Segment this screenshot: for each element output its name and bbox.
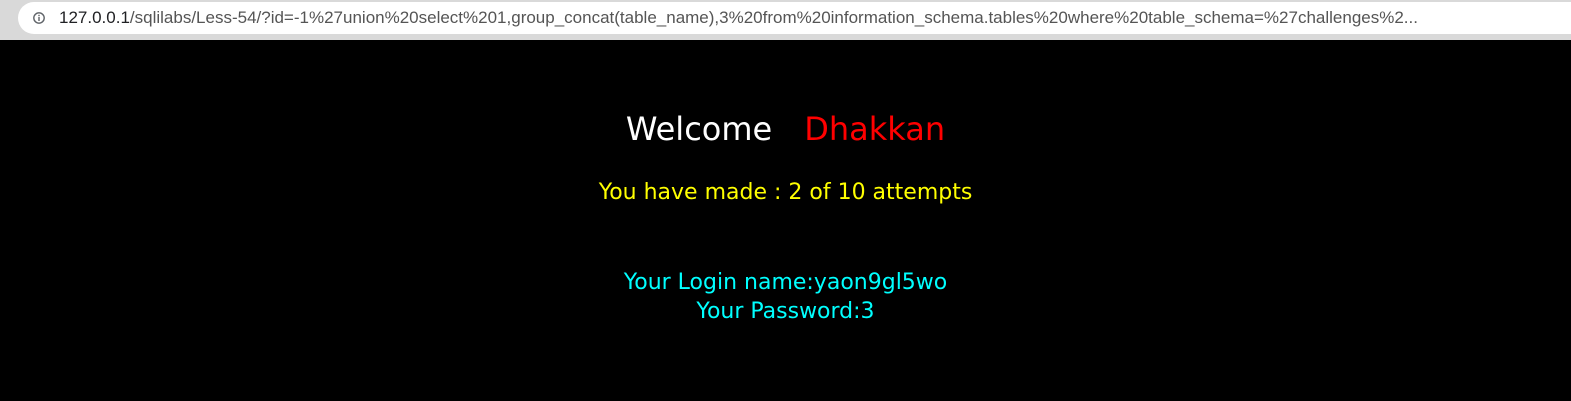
info-icon[interactable]	[33, 12, 45, 24]
login-result: Your Login name:yaon9gl5wo Your Password…	[0, 268, 1571, 326]
welcome-name: Dhakkan	[804, 110, 946, 148]
attempts-counter: You have made : 2 of 10 attempts	[598, 180, 973, 205]
browser-toolbar: 127.0.0.1/sqlilabs/Less-54/?id=-1%27unio…	[0, 0, 1571, 40]
url-text[interactable]: 127.0.0.1/sqlilabs/Less-54/?id=-1%27unio…	[59, 8, 1539, 28]
password-text: Your Password:3	[696, 299, 875, 324]
welcome-label: Welcome	[625, 110, 773, 148]
url-path: /sqlilabs/Less-54/?id=-1%27union%20selec…	[129, 8, 1418, 27]
page-content: Welcome Dhakkan You have made : 2 of 10 a…	[0, 40, 1571, 401]
login-name-text: Your Login name:yaon9gl5wo	[623, 270, 948, 295]
url-host: 127.0.0.1	[59, 8, 130, 27]
welcome-heading: Welcome Dhakkan	[0, 110, 1571, 148]
address-bar[interactable]: 127.0.0.1/sqlilabs/Less-54/?id=-1%27unio…	[18, 2, 1571, 34]
